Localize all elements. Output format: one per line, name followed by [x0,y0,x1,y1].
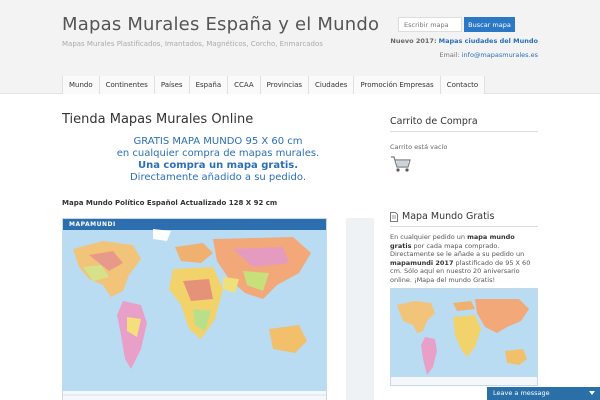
email-prefix: Email: [439,51,460,59]
world-map-image[interactable]: MAPAMUNDI [62,218,327,400]
chat-label: Leave a message [493,389,550,397]
search-input[interactable] [398,17,462,32]
main-nav: Mundo Continentes Países España CCAA Pro… [62,76,486,94]
email-text: Email: info@mapasmurales.es [439,51,538,59]
free-map-offer: GRATIS MAPA MUNDO 95 X 60 cm en cualquie… [62,136,374,184]
main-content: Tienda Mapas Murales Online GRATIS MAPA … [62,112,374,400]
cart-widget-title: Carrito de Compra [390,116,538,132]
search-button[interactable]: Buscar mapa [464,17,515,32]
document-icon [390,211,398,222]
chevron-down-icon[interactable] [589,391,595,395]
free-text-bold-2: mapamundi 2017 [390,258,454,267]
offer-line-1: GRATIS MAPA MUNDO 95 X 60 cm [133,136,303,147]
leave-message-chat-bar[interactable]: Leave a message [487,387,600,400]
offer-line-4: Directamente añadido a su pedido. [129,172,307,183]
nav-item-paises[interactable]: Países [154,76,190,94]
offer-line-2: en cualquier compra de mapas murales. [116,148,320,159]
promo-text: Nuevo 2017: Mapas ciudades del Mundo [390,37,538,45]
free-map-widget-title: Mapa Mundo Gratis [390,211,538,227]
promo-link[interactable]: Mapas ciudades del Mundo [439,37,538,45]
page-title: Tienda Mapas Murales Online [62,112,254,127]
cart-empty-text: Carrito está vacío [390,143,448,151]
nav-item-mundo[interactable]: Mundo [62,76,100,94]
email-link[interactable]: info@mapasmurales.es [462,51,538,59]
offer-line-3: Una compra un mapa gratis. [137,160,299,171]
map-label: MAPAMUNDI [69,221,116,228]
site-title[interactable]: Mapas Murales España y el Mundo [62,14,379,35]
free-map-widget: Mapa Mundo Gratis En cualquier pedido un… [390,211,538,386]
nav-item-espana[interactable]: España [189,76,229,94]
nav-item-provincias[interactable]: Provincias [260,76,310,94]
site-header: Mapas Murales España y el Mundo Mapas Mu… [0,0,600,94]
world-map-graphic [63,219,326,400]
nav-item-ccaa[interactable]: CCAA [228,76,261,94]
free-map-title-text: Mapa Mundo Gratis [402,211,495,222]
free-world-map-image[interactable] [390,288,538,386]
shopping-cart-icon[interactable] [390,155,412,173]
nav-item-continentes[interactable]: Continentes [99,76,155,94]
free-text-part-2: por cada mapa comprado. Directamente se … [390,241,525,259]
nav-item-ciudades[interactable]: Ciudades [309,76,355,94]
nav-item-contacto[interactable]: Contacto [440,76,486,94]
free-world-map-graphic [391,289,537,385]
nav-item-promocion-empresas[interactable]: Promoción Empresas [354,76,441,94]
free-map-description: En cualquier pedido un mapa mundo gratis… [390,233,538,284]
sidebar: Carrito de Compra Carrito está vacío Map… [390,116,538,386]
promo-prefix: Nuevo 2017: [390,37,437,45]
free-text-part-1: En cualquier pedido un [390,233,468,241]
map-side-panel [346,218,374,400]
map-caption[interactable]: Mapa Mundo Político Español Actualizado … [62,199,374,207]
site-description: Mapas Murales Plastificados, Imantados, … [62,40,323,48]
